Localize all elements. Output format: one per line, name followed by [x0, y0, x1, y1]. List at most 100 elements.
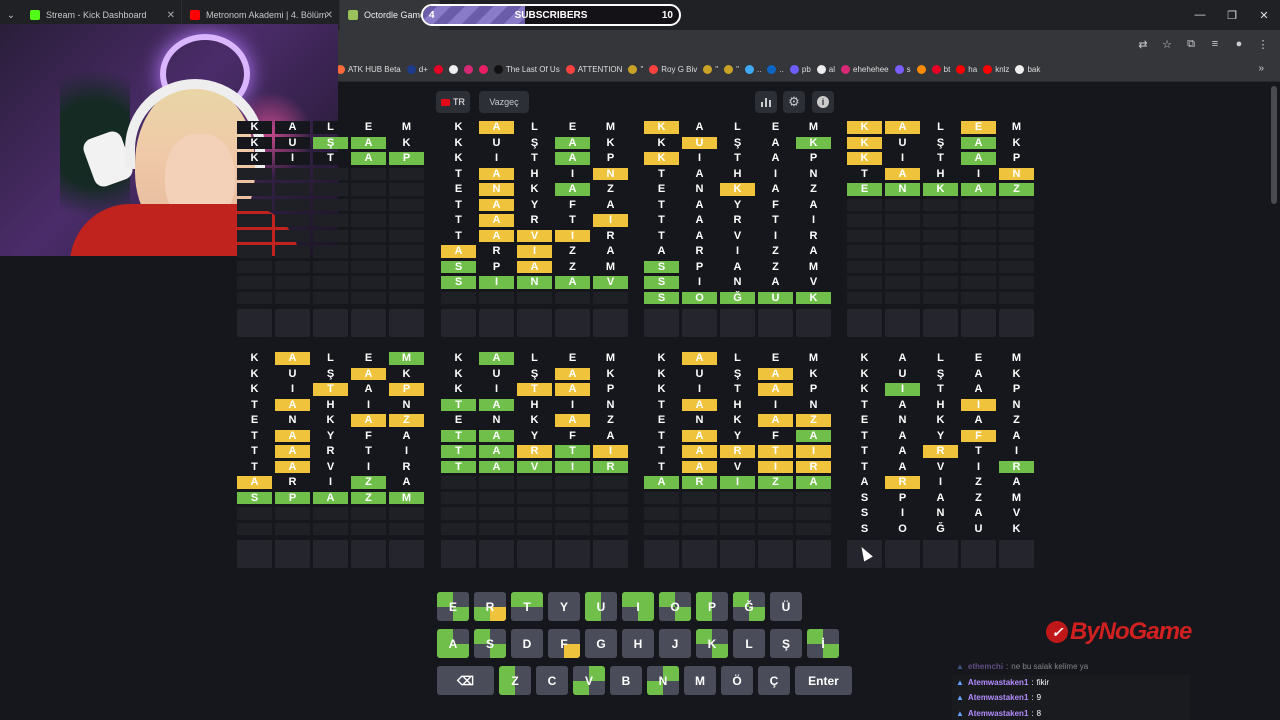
letter-tile: A: [275, 429, 310, 442]
board-row: [847, 260, 1034, 273]
letter-tile: A: [758, 367, 793, 380]
letter-tile: A: [389, 476, 424, 489]
key-ş[interactable]: Ş: [770, 629, 802, 658]
key-f[interactable]: F: [548, 629, 580, 658]
bookmark-item[interactable]: bt: [931, 65, 950, 74]
key-l[interactable]: L: [733, 629, 765, 658]
letter-tile: A: [796, 429, 831, 442]
key-label: Ö: [732, 673, 742, 688]
letter-tile: K: [441, 121, 476, 134]
input-tile: [682, 309, 717, 337]
bookmark-item[interactable]: The Last Of Us: [493, 65, 560, 74]
key-ğ[interactable]: Ğ: [733, 592, 765, 621]
bookmark-item[interactable]: Roy G Biv: [649, 65, 697, 74]
letter-tile: F: [961, 429, 996, 442]
bookmark-item[interactable]: [433, 65, 443, 74]
bookmark-item[interactable]: ehehehee: [841, 65, 889, 74]
info-icon[interactable]: i: [812, 91, 834, 113]
bookmark-item[interactable]: pb: [789, 65, 811, 74]
cancel-button[interactable]: Vazgeç: [479, 91, 529, 113]
bookmark-item[interactable]: bak: [1015, 65, 1040, 74]
language-button[interactable]: TR: [436, 91, 470, 113]
bookmark-item[interactable]: ": [703, 65, 718, 74]
key-k[interactable]: K: [696, 629, 728, 658]
bookmark-item[interactable]: knlz: [983, 65, 1009, 74]
letter-tile: S: [237, 491, 272, 504]
letter-tile: T: [644, 229, 679, 242]
key-y[interactable]: Y: [548, 592, 580, 621]
letter-tile: I: [758, 167, 793, 180]
key-a[interactable]: A: [437, 629, 469, 658]
input-tile: [923, 309, 958, 337]
extension-icon[interactable]: ⧉: [1180, 33, 1202, 55]
bookmark-item[interactable]: [916, 65, 926, 74]
key-p[interactable]: P: [696, 592, 728, 621]
key-i[interactable]: I: [622, 592, 654, 621]
key-o[interactable]: O: [659, 592, 691, 621]
key-h[interactable]: H: [622, 629, 654, 658]
letter-tile: H: [517, 398, 552, 411]
key-i̇[interactable]: İ: [807, 629, 839, 658]
stats-icon[interactable]: [755, 91, 777, 113]
key-g[interactable]: G: [585, 629, 617, 658]
key-s[interactable]: S: [474, 629, 506, 658]
bookmark-item[interactable]: ..: [767, 65, 784, 74]
menu-list-icon[interactable]: ≡: [1204, 33, 1226, 55]
bookmark-item[interactable]: [448, 65, 458, 74]
key-r[interactable]: R: [474, 592, 506, 621]
letter-tile: A: [275, 121, 310, 134]
key-ç[interactable]: Ç: [758, 666, 790, 695]
key-b[interactable]: B: [610, 666, 642, 695]
key-m[interactable]: M: [684, 666, 716, 695]
key-label: A: [448, 636, 458, 651]
key-z[interactable]: Z: [499, 666, 531, 695]
letter-tile: M: [389, 352, 424, 365]
bookmark-item[interactable]: ATTENTION: [565, 65, 622, 74]
maximize-button[interactable]: ❐: [1216, 0, 1248, 30]
key-t[interactable]: T: [511, 592, 543, 621]
board-row: KITAP: [644, 383, 831, 396]
letter-tile: A: [961, 183, 996, 196]
key-n[interactable]: N: [647, 666, 679, 695]
board-row: TAYFA: [847, 429, 1034, 442]
bookmark-item[interactable]: [478, 65, 488, 74]
key-e[interactable]: E: [437, 592, 469, 621]
enter-key[interactable]: Enter: [795, 666, 852, 695]
input-tile: [479, 540, 514, 568]
letter-tile: A: [796, 476, 831, 489]
key-ö[interactable]: Ö: [721, 666, 753, 695]
bookmark-item[interactable]: s: [894, 65, 911, 74]
key-j[interactable]: J: [659, 629, 691, 658]
page-scrollbar[interactable]: [1271, 86, 1277, 204]
bookmark-item[interactable]: ..: [744, 65, 761, 74]
bookmark-item[interactable]: ha: [956, 65, 977, 74]
key-label: J: [671, 636, 679, 651]
key-v[interactable]: V: [573, 666, 605, 695]
chevron-right-icon[interactable]: »: [1258, 63, 1264, 74]
key-u[interactable]: U: [585, 592, 617, 621]
letter-tile: K: [237, 383, 272, 396]
profile-icon[interactable]: ●: [1228, 33, 1250, 55]
letter-tile: R: [720, 445, 755, 458]
star-icon[interactable]: ☆: [1156, 33, 1178, 55]
empty-tile: [237, 167, 272, 180]
key-c[interactable]: C: [536, 666, 568, 695]
letter-tile: M: [999, 491, 1034, 504]
bookmark-item[interactable]: ": [724, 65, 739, 74]
bookmark-item[interactable]: ": [628, 65, 643, 74]
close-window-button[interactable]: ✕: [1248, 0, 1280, 30]
kebab-icon[interactable]: ⋮: [1252, 33, 1274, 55]
close-icon[interactable]: ✕: [325, 10, 333, 21]
key-d[interactable]: D: [511, 629, 543, 658]
backspace-key[interactable]: ⌫: [437, 666, 494, 695]
bookmark-item[interactable]: d+: [406, 65, 428, 74]
bookmark-favicon-icon: [565, 65, 575, 74]
key-ü[interactable]: Ü: [770, 592, 802, 621]
close-icon[interactable]: ✕: [167, 10, 175, 21]
bookmark-item[interactable]: [463, 65, 473, 74]
minimize-button[interactable]: —: [1184, 0, 1216, 30]
bookmark-item[interactable]: al: [816, 65, 835, 74]
translate-icon[interactable]: ⇄: [1132, 33, 1154, 55]
settings-icon[interactable]: ⚙: [783, 91, 805, 113]
bookmark-item[interactable]: ATK HUB Beta: [336, 65, 401, 74]
